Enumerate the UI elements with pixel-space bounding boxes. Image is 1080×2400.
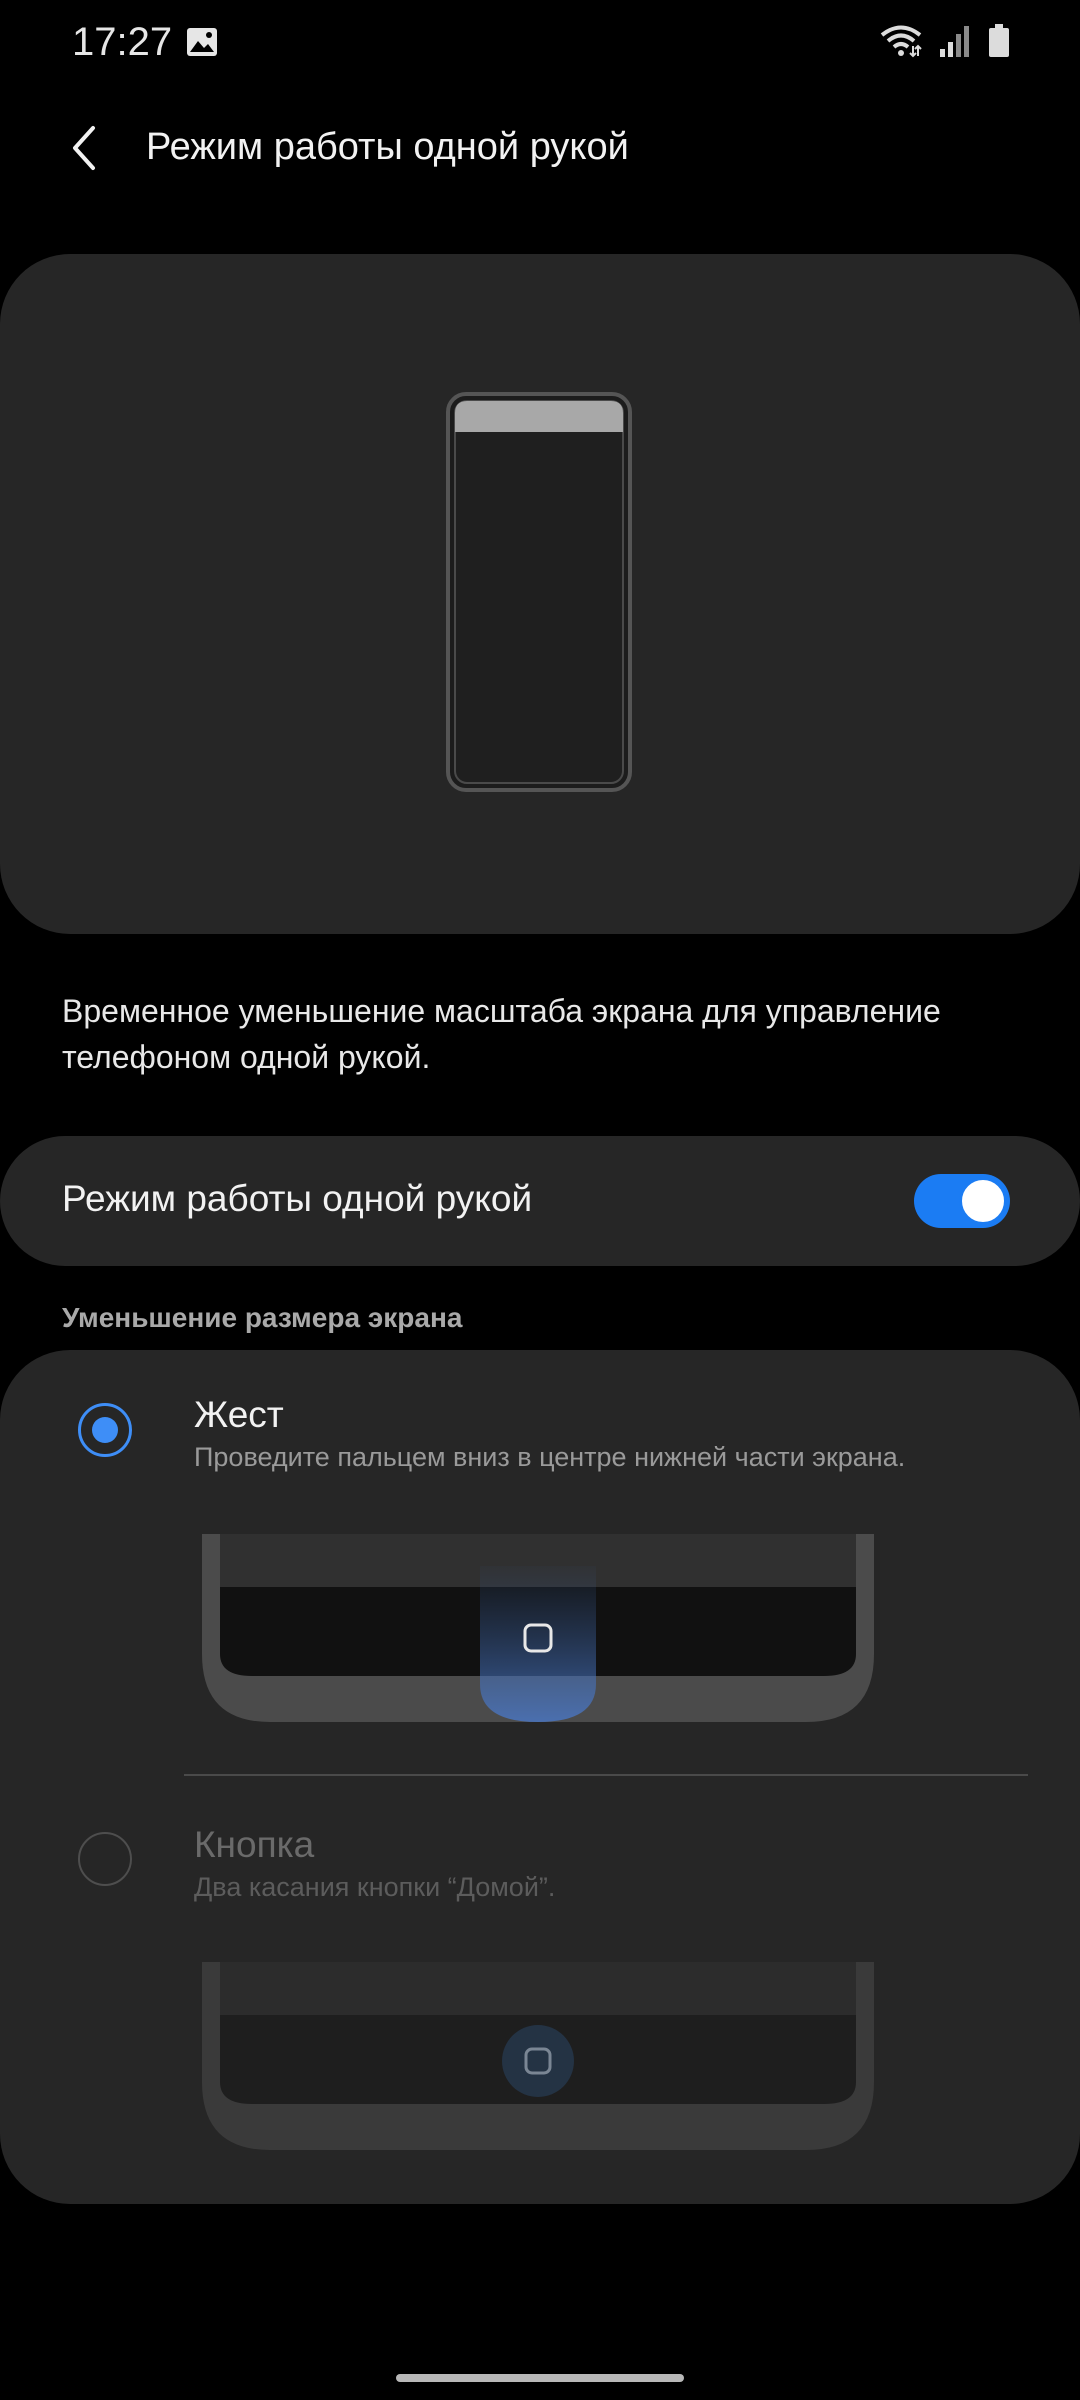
back-button[interactable] — [52, 118, 116, 182]
options-divider — [184, 1774, 1028, 1776]
home-indicator[interactable] — [396, 2374, 684, 2382]
gesture-option-subtitle: Проведите пальцем вниз в центре нижней ч… — [194, 1442, 906, 1472]
app-bar: Режим работы одной рукой — [0, 110, 1080, 190]
button-option-title[interactable]: Кнопка — [194, 1824, 314, 1866]
phone-illustration — [446, 392, 632, 792]
one-hand-mode-toggle-row[interactable]: Режим работы одной рукой — [0, 1136, 1080, 1266]
status-time: 17:27 — [72, 20, 173, 64]
status-bar: 17:27 — [0, 0, 1080, 90]
toggle-label: Режим работы одной рукой — [62, 1178, 533, 1219]
signal-icon — [940, 25, 970, 62]
switch-thumb — [959, 1177, 1007, 1225]
one-hand-mode-illustration-card — [0, 254, 1080, 934]
radio-selected-dot — [92, 1417, 118, 1443]
options-card: Жест Проведите пальцем вниз в центре ниж… — [0, 1350, 1080, 2204]
one-hand-mode-switch[interactable] — [914, 1174, 1010, 1228]
gesture-option-title[interactable]: Жест — [194, 1394, 284, 1436]
gesture-illustration — [202, 1534, 874, 1734]
section-label: Уменьшение размера экрана — [62, 1302, 463, 1333]
image-notification-icon — [186, 27, 218, 62]
gesture-radio[interactable] — [78, 1403, 132, 1457]
button-illustration — [202, 1962, 874, 2162]
battery-icon — [988, 24, 1010, 63]
button-radio[interactable] — [78, 1832, 132, 1886]
description-text: Временное уменьшение масштаба экрана для… — [62, 993, 941, 1075]
chevron-left-icon — [69, 125, 99, 176]
page-title: Режим работы одной рукой — [146, 126, 629, 168]
wifi-icon — [880, 24, 922, 63]
button-option-subtitle: Два касания кнопки “Домой”. — [194, 1872, 556, 1902]
